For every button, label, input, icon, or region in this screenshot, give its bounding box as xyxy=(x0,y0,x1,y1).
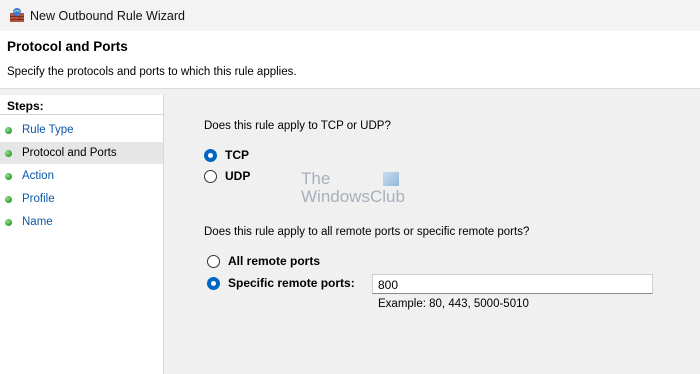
ports-example-text: Example: 80, 443, 5000-5010 xyxy=(378,298,529,310)
tcp-radio-label: TCP xyxy=(225,148,249,162)
step-label: Profile xyxy=(22,193,55,205)
radio-indicator xyxy=(204,148,217,162)
specific-remote-ports-label: Specific remote ports: xyxy=(228,276,355,290)
protocol-question: Does this rule apply to TCP or UDP? xyxy=(204,120,391,132)
step-name[interactable]: Name xyxy=(0,211,163,233)
window-title: New Outbound Rule Wizard xyxy=(30,9,185,23)
all-remote-ports-radio[interactable]: All remote ports xyxy=(207,254,320,268)
page-subtitle: Specify the protocols and ports to which… xyxy=(7,66,297,78)
page-title: Protocol and Ports xyxy=(7,39,128,54)
step-label: Name xyxy=(22,216,53,228)
firewall-app-icon xyxy=(10,8,24,22)
steps-heading: Steps: xyxy=(0,95,164,115)
udp-radio[interactable]: UDP xyxy=(204,169,250,183)
step-label: Action xyxy=(22,170,54,182)
radio-indicator xyxy=(204,169,217,183)
watermark-logo-icon xyxy=(383,172,399,186)
step-status-icon xyxy=(5,172,12,180)
step-action[interactable]: Action xyxy=(0,165,163,187)
watermark: The WindowsClub xyxy=(301,170,405,206)
ports-question: Does this rule apply to all remote ports… xyxy=(204,226,530,238)
radio-indicator xyxy=(207,254,220,268)
steps-sidebar: Steps: Rule Type Protocol and Ports Acti… xyxy=(0,95,164,374)
step-status-icon xyxy=(5,195,12,203)
step-status-icon xyxy=(5,126,12,134)
title-bar: New Outbound Rule Wizard xyxy=(0,0,700,31)
all-remote-ports-label: All remote ports xyxy=(228,254,321,268)
udp-radio-label: UDP xyxy=(225,169,251,183)
step-profile[interactable]: Profile xyxy=(0,188,163,210)
specific-remote-ports-radio[interactable]: Specific remote ports: xyxy=(207,276,355,290)
remote-ports-input[interactable]: 800 xyxy=(372,274,653,294)
wizard-header: Protocol and Ports Specify the protocols… xyxy=(0,31,700,89)
tcp-radio[interactable]: TCP xyxy=(204,148,249,162)
radio-indicator xyxy=(207,276,220,290)
step-status-icon xyxy=(5,218,12,226)
step-protocol-and-ports[interactable]: Protocol and Ports xyxy=(0,142,163,164)
step-status-icon xyxy=(5,149,12,157)
step-label: Rule Type xyxy=(22,124,74,136)
step-label: Protocol and Ports xyxy=(22,147,117,159)
step-rule-type[interactable]: Rule Type xyxy=(0,119,163,141)
watermark-line2: WindowsClub xyxy=(301,187,405,206)
